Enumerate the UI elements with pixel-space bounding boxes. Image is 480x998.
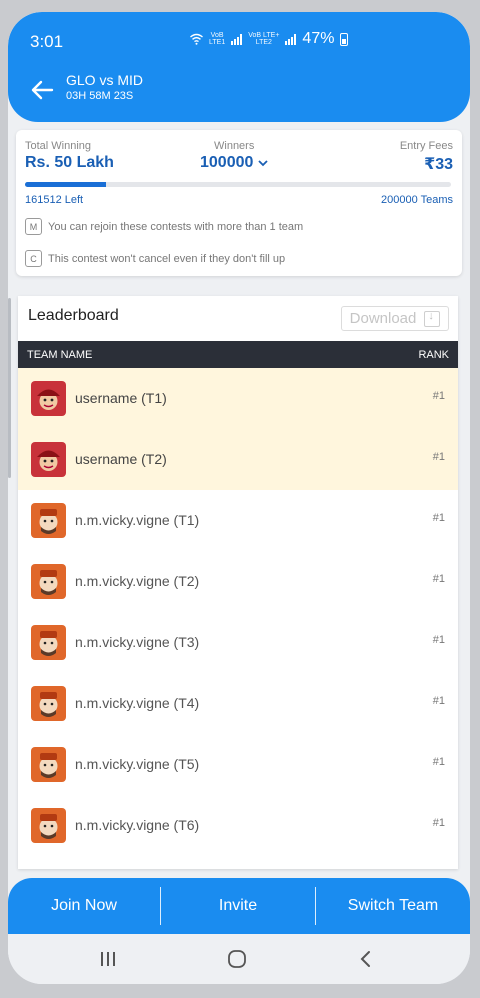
leaderboard-row[interactable]: n.m.vicky.vigne (T3) #1 bbox=[18, 612, 458, 673]
team-name: username (T2) bbox=[75, 451, 167, 467]
team-name: n.m.vicky.vigne (T6) bbox=[75, 817, 200, 833]
leaderboard-title: Leaderboard bbox=[28, 307, 119, 324]
signal-1-icon bbox=[231, 33, 243, 45]
battery-percent: 47% bbox=[302, 30, 335, 47]
rule-multi-entry-text: You can rejoin these contests with more … bbox=[48, 220, 304, 233]
rule-guaranteed: C This contest won't cancel even if they… bbox=[25, 250, 285, 267]
team-name: n.m.vicky.vigne (T5) bbox=[75, 756, 200, 772]
team-name-column: TEAM NAME bbox=[27, 349, 93, 361]
total-winning-value: Rs. 50 Lakh bbox=[25, 154, 114, 171]
network-1-label: VoB LTE1 bbox=[209, 32, 226, 46]
phone-screen: 3:01 VoB LTE1 VoB LTE+ LTE2 47% GLO vs MID… bbox=[8, 12, 470, 984]
recent-apps-icon[interactable] bbox=[88, 944, 128, 974]
match-timer: 03H 58M 23S bbox=[66, 90, 134, 102]
switch-team-button[interactable]: Switch Team bbox=[316, 878, 470, 934]
network-2-label: VoB LTE+ LTE2 bbox=[248, 32, 280, 46]
multi-entry-badge: M bbox=[25, 218, 42, 235]
team-name: username (T1) bbox=[75, 390, 167, 406]
team-rank: #1 bbox=[432, 756, 445, 768]
back-icon[interactable] bbox=[346, 944, 386, 974]
contest-progress-fill bbox=[25, 182, 106, 187]
contest-progress-bar bbox=[25, 182, 451, 187]
spots-left: 161512 Left bbox=[25, 194, 84, 206]
contest-info-card: Total Winning Rs. 50 Lakh Winners 100000… bbox=[16, 130, 462, 276]
team-name: n.m.vicky.vigne (T3) bbox=[75, 634, 200, 650]
guaranteed-badge: C bbox=[25, 250, 42, 267]
avatar bbox=[31, 381, 66, 416]
leaderboard-row[interactable]: n.m.vicky.vigne (T6) #1 bbox=[18, 795, 458, 856]
download-button[interactable]: Download bbox=[341, 306, 449, 331]
entry-fees-label: Entry Fees bbox=[399, 140, 453, 152]
join-now-button[interactable]: Join Now bbox=[8, 878, 160, 934]
download-label: Download bbox=[349, 310, 417, 327]
home-icon[interactable] bbox=[217, 944, 257, 974]
avatar bbox=[31, 564, 66, 599]
total-winning-label: Total Winning bbox=[25, 140, 92, 152]
app-header: 3:01 VoB LTE1 VoB LTE+ LTE2 47% GLO vs MID… bbox=[8, 12, 470, 122]
leaderboard-header: TEAM NAME RANK bbox=[18, 341, 458, 368]
team-name: n.m.vicky.vigne (T2) bbox=[75, 573, 200, 589]
entry-fees-value: ₹33 bbox=[424, 156, 453, 173]
download-icon bbox=[424, 310, 441, 327]
signal-2-icon bbox=[285, 33, 297, 45]
avatar bbox=[31, 625, 66, 660]
status-time: 3:01 bbox=[30, 32, 64, 51]
arrow-left-icon[interactable] bbox=[30, 80, 54, 100]
leaderboard-row[interactable]: n.m.vicky.vigne (T5) #1 bbox=[18, 734, 458, 795]
winners-dropdown[interactable]: 100000 bbox=[200, 154, 269, 172]
rank-column: RANK bbox=[418, 349, 449, 361]
avatar bbox=[31, 747, 66, 782]
invite-button[interactable]: Invite bbox=[161, 878, 315, 934]
leaderboard-row[interactable]: username (T1) #1 bbox=[18, 368, 458, 429]
system-nav-bar bbox=[8, 934, 470, 984]
battery-icon bbox=[340, 32, 349, 46]
avatar bbox=[31, 686, 66, 721]
bottom-action-bar: Join Now Invite Switch Team bbox=[8, 878, 470, 934]
winners-label: Winners bbox=[214, 140, 255, 152]
team-rank: #1 bbox=[432, 695, 445, 707]
leaderboard-row[interactable]: n.m.vicky.vigne (T1) #1 bbox=[18, 490, 458, 551]
scroll-indicator bbox=[8, 298, 11, 478]
team-rank: #1 bbox=[432, 512, 445, 524]
rule-guaranteed-text: This contest won't cancel even if they d… bbox=[48, 252, 286, 265]
leaderboard-row[interactable]: username (T2) #1 bbox=[18, 429, 458, 490]
leaderboard-row[interactable]: n.m.vicky.vigne (T2) #1 bbox=[18, 551, 458, 612]
avatar bbox=[31, 808, 66, 843]
total-teams: 200000 Teams bbox=[381, 194, 453, 206]
status-icons: VoB LTE1 VoB LTE+ LTE2 47% bbox=[190, 30, 349, 48]
avatar bbox=[31, 442, 66, 477]
team-rank: #1 bbox=[432, 390, 445, 402]
winners-value: 100000 bbox=[200, 154, 254, 171]
leaderboard-card: Leaderboard Download TEAM NAME RANK user… bbox=[18, 296, 458, 869]
team-rank: #1 bbox=[432, 451, 445, 463]
team-rank: #1 bbox=[432, 573, 445, 585]
match-title: GLO vs MID bbox=[66, 72, 144, 88]
team-rank: #1 bbox=[432, 817, 445, 829]
team-name: n.m.vicky.vigne (T4) bbox=[75, 695, 200, 711]
rule-multi-entry: M You can rejoin these contests with mor… bbox=[25, 218, 303, 235]
avatar bbox=[31, 503, 66, 538]
team-rank: #1 bbox=[432, 634, 445, 646]
leaderboard-row[interactable]: n.m.vicky.vigne (T4) #1 bbox=[18, 673, 458, 734]
team-name: n.m.vicky.vigne (T1) bbox=[75, 512, 200, 528]
chevron-down-icon bbox=[258, 159, 269, 166]
wifi-icon bbox=[190, 33, 203, 45]
